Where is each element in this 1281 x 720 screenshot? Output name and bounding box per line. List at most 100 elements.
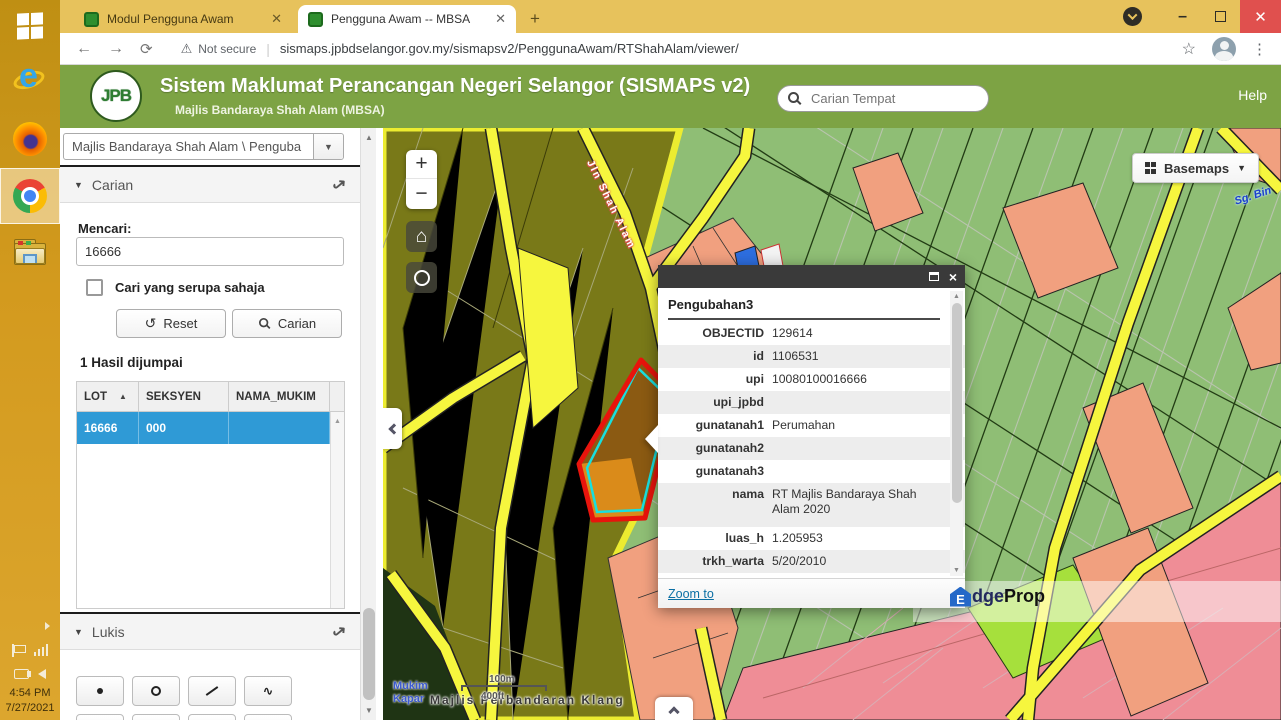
draw-circle-tool[interactable] — [132, 676, 180, 706]
sidebar-scrollbar[interactable]: ▲ ▼ — [360, 128, 376, 720]
show-hidden-icons-button[interactable] — [0, 614, 60, 638]
basemaps-button[interactable]: Basemaps ▼ — [1132, 153, 1259, 183]
action-center-flag-icon[interactable] — [12, 644, 25, 657]
bookmark-star-icon[interactable]: ☆ — [1182, 39, 1196, 59]
sidebar-collapse-handle[interactable] — [383, 408, 402, 449]
tab-search-button[interactable] — [1123, 7, 1142, 26]
profile-avatar[interactable] — [1212, 37, 1236, 61]
clock-time: 4:54 PM — [0, 686, 60, 701]
popup-titlebar[interactable]: × — [658, 265, 965, 288]
scrollbar-thumb[interactable] — [952, 303, 962, 503]
column-header-seksyen[interactable]: SEKSYEN — [139, 382, 229, 411]
map-viewport[interactable]: Jln Shah Alam Sg. Bin MukimKapar Majlis … — [383, 128, 1281, 720]
taskbar-chrome-button-active[interactable] — [0, 168, 60, 224]
column-header-lot[interactable]: LOT▲ — [77, 382, 139, 411]
carian-panel-header[interactable]: ▼ Carian ↪ — [60, 167, 360, 203]
taskbar-clock[interactable]: 4:54 PM 7/27/2021 — [0, 686, 60, 716]
zoom-to-link[interactable]: Zoom to — [668, 587, 714, 601]
scrollbar-thumb[interactable] — [363, 608, 375, 700]
attribute-row: luas_h1.205953 — [658, 527, 965, 550]
table-row-selected[interactable]: 16666 000 — [77, 412, 344, 444]
column-header-nama-mukim[interactable]: NAMA_MUKIM — [229, 382, 330, 411]
scroll-up-icon[interactable]: ▲ — [950, 293, 963, 300]
locate-icon — [414, 270, 430, 286]
chevron-up-icon — [668, 706, 679, 717]
carian-button[interactable]: Carian — [232, 309, 342, 338]
lot-search-input[interactable] — [76, 237, 344, 266]
warning-icon: ⚠ — [181, 41, 193, 57]
start-button[interactable] — [0, 0, 60, 52]
results-table: LOT▲ SEKSYEN NAMA_MUKIM 16666 000 ▲ — [76, 381, 345, 609]
home-extent-button[interactable]: ⌂ — [406, 221, 437, 252]
zoom-in-button[interactable]: + — [406, 150, 437, 179]
taskbar-explorer-button[interactable] — [0, 224, 60, 282]
forward-button[interactable]: → — [108, 40, 124, 58]
help-link[interactable]: Help — [1238, 87, 1267, 103]
tab-close-icon[interactable]: ✕ — [495, 11, 506, 27]
tab-modul-pengguna-awam[interactable]: Modul Pengguna Awam ✕ — [74, 5, 292, 33]
draw-tool-partial[interactable] — [188, 714, 236, 720]
taskbar-firefox-button[interactable] — [0, 110, 60, 168]
zoom-out-button[interactable]: − — [406, 179, 437, 208]
collapse-caret-icon[interactable]: ▼ — [74, 180, 83, 190]
network-signal-icon[interactable] — [34, 644, 49, 656]
draw-tool-partial[interactable] — [132, 714, 180, 720]
table-scrollbar[interactable]: ▲ — [330, 412, 344, 608]
clock-date: 7/27/2021 — [0, 701, 60, 716]
serupa-checkbox[interactable] — [86, 279, 103, 296]
attribute-row: id1106531 — [658, 345, 965, 368]
draw-tool-partial[interactable] — [244, 714, 292, 720]
scroll-down-icon[interactable]: ▼ — [361, 706, 377, 715]
cell-seksyen: 000 — [139, 412, 229, 444]
security-status[interactable]: ⚠ Not secure — [181, 41, 257, 57]
restore-button[interactable] — [1215, 11, 1226, 22]
site-favicon — [308, 12, 323, 27]
chevron-down-icon — [1128, 10, 1138, 20]
place-search-input[interactable] — [809, 90, 969, 107]
draw-polyline-tool[interactable]: ∿ — [244, 676, 292, 706]
new-tab-button[interactable]: + — [530, 9, 540, 29]
taskbar-ie-button[interactable]: e — [0, 52, 60, 110]
browser-menu-icon[interactable]: ⋮ — [1252, 40, 1267, 58]
attribute-row: OBJECTID129614 — [658, 322, 965, 345]
minimize-button[interactable]: – — [1178, 8, 1187, 26]
lukis-panel-header[interactable]: ▼ Lukis ↪ — [60, 614, 360, 650]
windows-logo-icon — [17, 12, 43, 39]
layer-dropdown[interactable]: Majlis Bandaraya Shah Alam \ Penguba ▼ — [63, 133, 344, 160]
scroll-up-icon[interactable]: ▲ — [331, 418, 344, 425]
browser-tabbar: Modul Pengguna Awam ✕ Pengguna Awam -- M… — [60, 0, 1281, 33]
popup-maximize-icon[interactable] — [929, 272, 939, 281]
chevron-down-icon[interactable]: ▼ — [313, 134, 343, 159]
reset-button[interactable]: ↺ Reset — [116, 309, 226, 338]
back-button[interactable]: ← — [76, 40, 92, 58]
tab-close-icon[interactable]: ✕ — [271, 11, 282, 27]
scroll-down-icon[interactable]: ▼ — [950, 567, 963, 574]
point-icon — [97, 688, 103, 694]
cell-lot: 16666 — [77, 412, 139, 444]
carian-label: Carian — [278, 316, 316, 331]
popup-close-icon[interactable]: × — [949, 270, 957, 284]
draw-point-tool[interactable] — [76, 676, 124, 706]
edgeprop-house-icon: E — [950, 587, 971, 607]
popup-scrollbar[interactable]: ▲ ▼ — [950, 291, 963, 576]
close-button[interactable]: ✕ — [1240, 0, 1281, 33]
chevron-left-icon — [388, 423, 399, 434]
basemaps-label: Basemaps — [1164, 161, 1229, 176]
locate-me-button[interactable] — [406, 262, 437, 293]
tab-pengguna-awam-mbsa[interactable]: Pengguna Awam -- MBSA ✕ — [298, 5, 516, 33]
collapse-caret-icon[interactable]: ▼ — [74, 627, 83, 637]
reload-button[interactable]: ⟳ — [140, 40, 153, 58]
attribute-row: namaRT Majlis Bandaraya Shah Alam 2020 — [658, 483, 965, 527]
url-text[interactable]: sismaps.jpbdselangor.gov.my/sismapsv2/Pe… — [280, 41, 1182, 56]
panel-divider — [376, 128, 383, 720]
attribution-expander[interactable] — [655, 697, 693, 720]
draw-tool-partial[interactable] — [76, 714, 124, 720]
browser-window: Modul Pengguna Awam ✕ Pengguna Awam -- M… — [60, 0, 1281, 720]
attribute-row: gunatanah1Perumahan — [658, 414, 965, 437]
scroll-up-icon[interactable]: ▲ — [361, 133, 377, 142]
attribute-row: trkh_warta5/20/2010 — [658, 550, 965, 573]
draw-line-tool[interactable] — [188, 676, 236, 706]
speaker-icon[interactable] — [38, 669, 46, 679]
sort-asc-icon: ▲ — [119, 392, 127, 401]
place-search-box[interactable] — [777, 85, 989, 112]
